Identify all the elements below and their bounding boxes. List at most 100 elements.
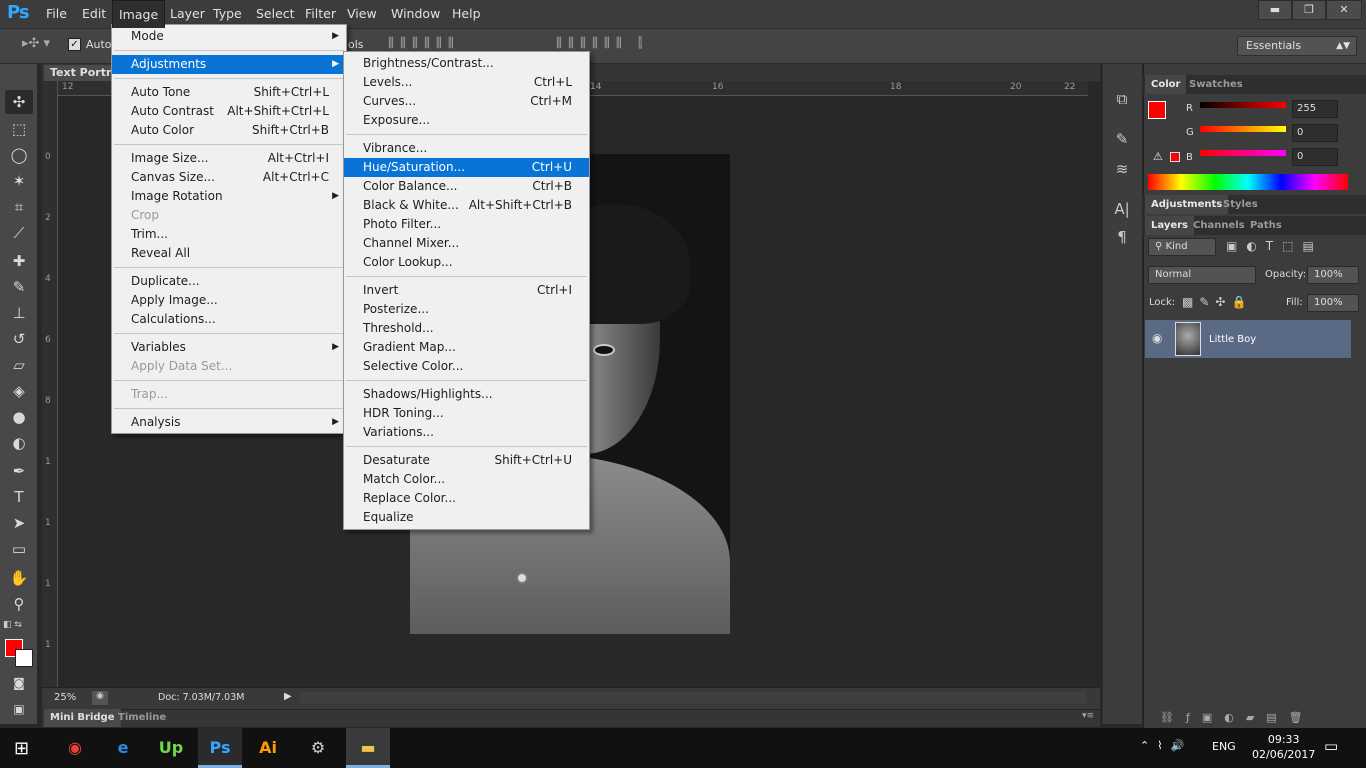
- g-value[interactable]: 0: [1292, 124, 1338, 142]
- history-panel-icon[interactable]: ⧉: [1112, 90, 1132, 108]
- menu-item-calculations[interactable]: Calculations...: [112, 310, 346, 329]
- upwork-icon[interactable]: Up: [149, 728, 193, 768]
- distribute-icons[interactable]: ⫼⫼⫼⫼⫼⫼ ⫿: [556, 36, 648, 51]
- restore-button[interactable]: ❐: [1292, 0, 1326, 20]
- r-value[interactable]: 255: [1292, 100, 1338, 118]
- tab-swatches[interactable]: Swatches: [1183, 75, 1249, 94]
- zoom-level[interactable]: 25%: [54, 692, 76, 703]
- menu-item-photo-filter[interactable]: Photo Filter...: [344, 215, 589, 234]
- menu-window[interactable]: Window: [385, 0, 446, 28]
- type-tool-icon[interactable]: T: [5, 485, 33, 509]
- menu-help[interactable]: Help: [446, 0, 487, 28]
- menu-item-invert[interactable]: Invert Ctrl+I: [344, 281, 589, 300]
- eraser-icon[interactable]: ▱: [5, 353, 33, 377]
- tab-adjustments[interactable]: Adjustments: [1145, 195, 1229, 214]
- file-explorer-icon[interactable]: ▬: [346, 728, 390, 768]
- default-colors-icon[interactable]: ◧ ⇆: [3, 620, 22, 630]
- menu-item-equalize[interactable]: Equalize: [344, 508, 589, 527]
- move-tool-preset-icon[interactable]: ▸✣ ▾: [22, 36, 50, 51]
- clock[interactable]: 09:33 02/06/2017: [1252, 732, 1315, 762]
- blur-tool-icon[interactable]: ●: [5, 405, 33, 429]
- menu-image[interactable]: Image: [112, 0, 166, 28]
- clone-stamp-icon[interactable]: ⊥: [5, 301, 33, 325]
- r-slider[interactable]: [1200, 102, 1286, 108]
- g-slider[interactable]: [1200, 126, 1286, 132]
- panel-menu-icon[interactable]: ▾≡: [1082, 711, 1094, 721]
- lasso-tool-icon[interactable]: ◯: [5, 143, 33, 167]
- lock-icons[interactable]: ▩✎✣🔒: [1182, 295, 1252, 309]
- menu-item-variables[interactable]: Variables ▶: [112, 338, 346, 357]
- menu-layer[interactable]: Layer: [164, 0, 211, 28]
- close-button[interactable]: ✕: [1326, 0, 1362, 20]
- color-panel-foreground[interactable]: [1148, 101, 1166, 119]
- visibility-eye-icon[interactable]: ◉: [1152, 331, 1162, 345]
- b-slider[interactable]: [1200, 150, 1286, 156]
- menu-item-analysis[interactable]: Analysis ▶: [112, 413, 346, 432]
- tab-channels[interactable]: Channels: [1187, 216, 1251, 235]
- eyedropper-icon[interactable]: ⟋: [5, 221, 33, 245]
- chrome-icon[interactable]: ◉: [53, 728, 97, 768]
- hand-tool-icon[interactable]: ✋: [5, 566, 33, 590]
- filter-kind-dropdown[interactable]: ⚲ Kind: [1148, 238, 1216, 256]
- menu-item-channel-mixer[interactable]: Channel Mixer...: [344, 234, 589, 253]
- menu-item-canvas-size[interactable]: Canvas Size... Alt+Ctrl+C: [112, 168, 346, 187]
- menu-item-levels[interactable]: Levels... Ctrl+L: [344, 73, 589, 92]
- auto-select-checkbox[interactable]: ✓: [68, 38, 81, 51]
- workspace-dropdown[interactable]: Essentials ▲▼: [1237, 36, 1357, 56]
- menu-item-auto-contrast[interactable]: Auto Contrast Alt+Shift+Ctrl+L: [112, 102, 346, 121]
- illustrator-icon[interactable]: Ai: [246, 728, 290, 768]
- layer-actions-icons[interactable]: ⛓ƒ▣◐▰▤🗑: [1160, 711, 1315, 724]
- dodge-tool-icon[interactable]: ◐: [5, 431, 33, 455]
- menu-item-mode[interactable]: Mode ▶: [112, 27, 346, 46]
- photoshop-icon[interactable]: Ps: [198, 728, 242, 768]
- fill-field[interactable]: 100%: [1307, 294, 1359, 312]
- pen-tool-icon[interactable]: ✒: [5, 459, 33, 483]
- tab-timeline[interactable]: Timeline: [112, 709, 172, 727]
- tray-icons[interactable]: ⌃⌇🔊: [1140, 739, 1192, 752]
- layer-thumbnail[interactable]: [1175, 322, 1201, 356]
- character-panel-icon[interactable]: A|: [1112, 200, 1132, 218]
- menu-item-brightness-contrast[interactable]: Brightness/Contrast...: [344, 54, 589, 73]
- menu-item-replace-color[interactable]: Replace Color...: [344, 489, 589, 508]
- menu-item-hue-saturation[interactable]: Hue/Saturation... Ctrl+U: [344, 158, 589, 177]
- status-menu-arrow-icon[interactable]: ▶: [284, 691, 292, 702]
- brush-panel-icon[interactable]: ≋: [1112, 160, 1132, 178]
- status-icon[interactable]: ◉: [92, 691, 108, 705]
- healing-brush-icon[interactable]: ✚: [5, 249, 33, 273]
- menu-filter[interactable]: Filter: [299, 0, 342, 28]
- menu-item-adjustments[interactable]: Adjustments ▶: [112, 55, 346, 74]
- menu-edit[interactable]: Edit: [76, 0, 112, 28]
- move-tool-icon[interactable]: ✣: [5, 90, 33, 114]
- menu-item-hdr-toning[interactable]: HDR Toning...: [344, 404, 589, 423]
- gamut-warning-icon[interactable]: ⚠: [1153, 150, 1163, 163]
- marquee-tool-icon[interactable]: ⬚: [5, 117, 33, 141]
- menu-item-exposure[interactable]: Exposure...: [344, 111, 589, 130]
- menu-item-trim[interactable]: Trim...: [112, 225, 346, 244]
- layer-name[interactable]: Little Boy: [1209, 334, 1256, 345]
- paragraph-panel-icon[interactable]: ¶: [1112, 228, 1132, 246]
- menu-select[interactable]: Select: [250, 0, 301, 28]
- menu-item-shadows-highlights[interactable]: Shadows/Highlights...: [344, 385, 589, 404]
- screen-mode-icon[interactable]: ▣: [5, 697, 33, 721]
- menu-item-match-color[interactable]: Match Color...: [344, 470, 589, 489]
- menu-item-image-size[interactable]: Image Size... Alt+Ctrl+I: [112, 149, 346, 168]
- menu-item-vibrance[interactable]: Vibrance...: [344, 139, 589, 158]
- zoom-tool-icon[interactable]: ⚲: [5, 592, 33, 616]
- gamut-swatch[interactable]: [1170, 152, 1180, 162]
- doc-size-info[interactable]: Doc: 7.03M/7.03M: [158, 692, 244, 703]
- windows-start-icon[interactable]: ⊞: [14, 738, 29, 759]
- menu-item-image-rotation[interactable]: Image Rotation ▶: [112, 187, 346, 206]
- menu-item-black-white[interactable]: Black & White... Alt+Shift+Ctrl+B: [344, 196, 589, 215]
- brush-presets-icon[interactable]: ✎: [1112, 130, 1132, 148]
- magic-wand-icon[interactable]: ✶: [5, 169, 33, 193]
- align-icons[interactable]: ⫼⫼⫼⫼⫼⫼: [388, 36, 460, 51]
- tab-styles[interactable]: Styles: [1217, 195, 1264, 214]
- layer-filter-icons[interactable]: ▣◐T⬚▤: [1226, 239, 1323, 253]
- brush-tool-icon[interactable]: ✎: [5, 275, 33, 299]
- background-color-swatch[interactable]: [15, 649, 33, 667]
- menu-item-auto-color[interactable]: Auto Color Shift+Ctrl+B: [112, 121, 346, 140]
- quick-mask-icon[interactable]: ◙: [5, 671, 33, 695]
- opacity-field[interactable]: 100%: [1307, 266, 1359, 284]
- steam-icon[interactable]: ⚙: [296, 728, 340, 768]
- menu-item-curves[interactable]: Curves... Ctrl+M: [344, 92, 589, 111]
